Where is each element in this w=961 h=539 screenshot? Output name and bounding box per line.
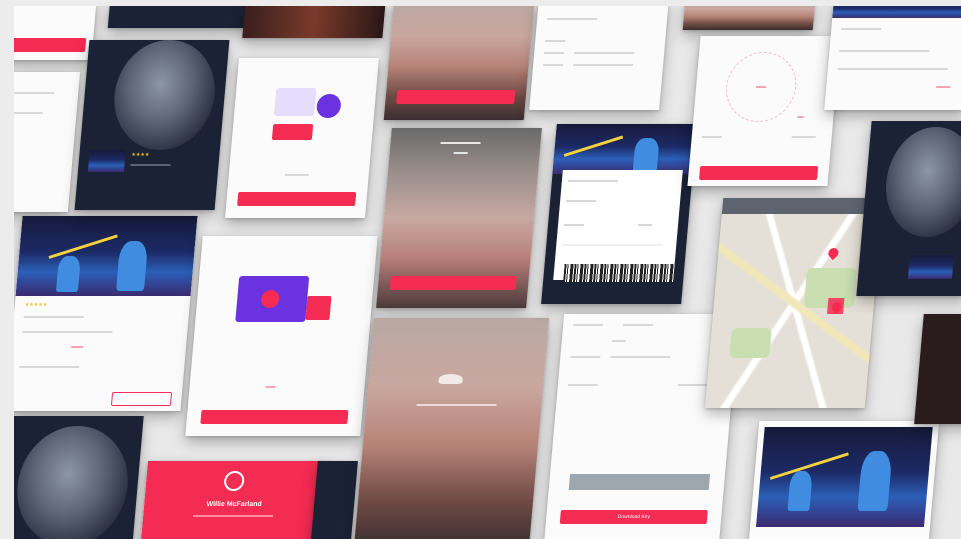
card-col1-face (14, 416, 144, 539)
card-col3-top (242, 6, 386, 38)
card-col3-illustration (225, 58, 379, 218)
card-col7-face (856, 121, 961, 296)
logo-icon (438, 374, 464, 384)
card-col1-top-button[interactable] (14, 38, 87, 52)
concert-image (15, 216, 198, 296)
face-image (14, 426, 133, 539)
card-col4-top-button[interactable] (396, 90, 516, 104)
card-col4-top (383, 6, 535, 120)
card-col2-face: ★★★★ (74, 40, 230, 210)
card-col1-second (14, 72, 81, 212)
mockup-collage: ★★★★★ ★★★★ Willie McFarland Download Key (14, 6, 961, 539)
card-col6-chart-button[interactable] (699, 166, 819, 180)
map-selected-area (827, 298, 845, 314)
card-col1-concert-button[interactable] (110, 392, 172, 406)
face-image (881, 127, 961, 237)
card-col7-bottom (914, 314, 961, 424)
rating-stars: ★★★★★ (24, 302, 48, 308)
map-header (721, 198, 884, 214)
download-key-button[interactable]: Download Key (559, 510, 708, 524)
profile-name: Willie McFarland (206, 501, 263, 508)
card-col6-concert (748, 421, 940, 539)
card-col6-top (682, 6, 816, 30)
card-col3-popcorn-button[interactable] (200, 410, 349, 424)
info-bar (568, 474, 711, 490)
card-col6-chart (687, 36, 841, 186)
card-col4-middle-button[interactable] (389, 276, 517, 290)
card-col2-top (107, 6, 251, 28)
popcorn-icon (305, 296, 332, 320)
avatar (223, 471, 246, 491)
card-col2-white-bottom: Willie McFarland (140, 461, 328, 539)
card-col3-bottom (310, 461, 358, 539)
card-col4-splash (353, 318, 550, 539)
map-pin-icon[interactable] (826, 245, 841, 261)
card-col1-concert: ★★★★★ (14, 216, 198, 411)
card-col1-top (14, 6, 97, 60)
card-col3-popcorn (185, 236, 378, 436)
card-col3-illustration-button[interactable] (237, 192, 357, 206)
card-col6-map (704, 198, 884, 408)
card-col5-top (529, 6, 669, 110)
face-image (109, 40, 220, 150)
card-col4-middle (376, 128, 542, 308)
card-col5-ticket (541, 124, 697, 304)
profile-header: Willie McFarland (140, 461, 328, 539)
concert-image (755, 427, 933, 527)
card-col7-top (824, 6, 961, 110)
ticket-illustration (273, 88, 317, 116)
ticket-barcode (563, 264, 675, 282)
